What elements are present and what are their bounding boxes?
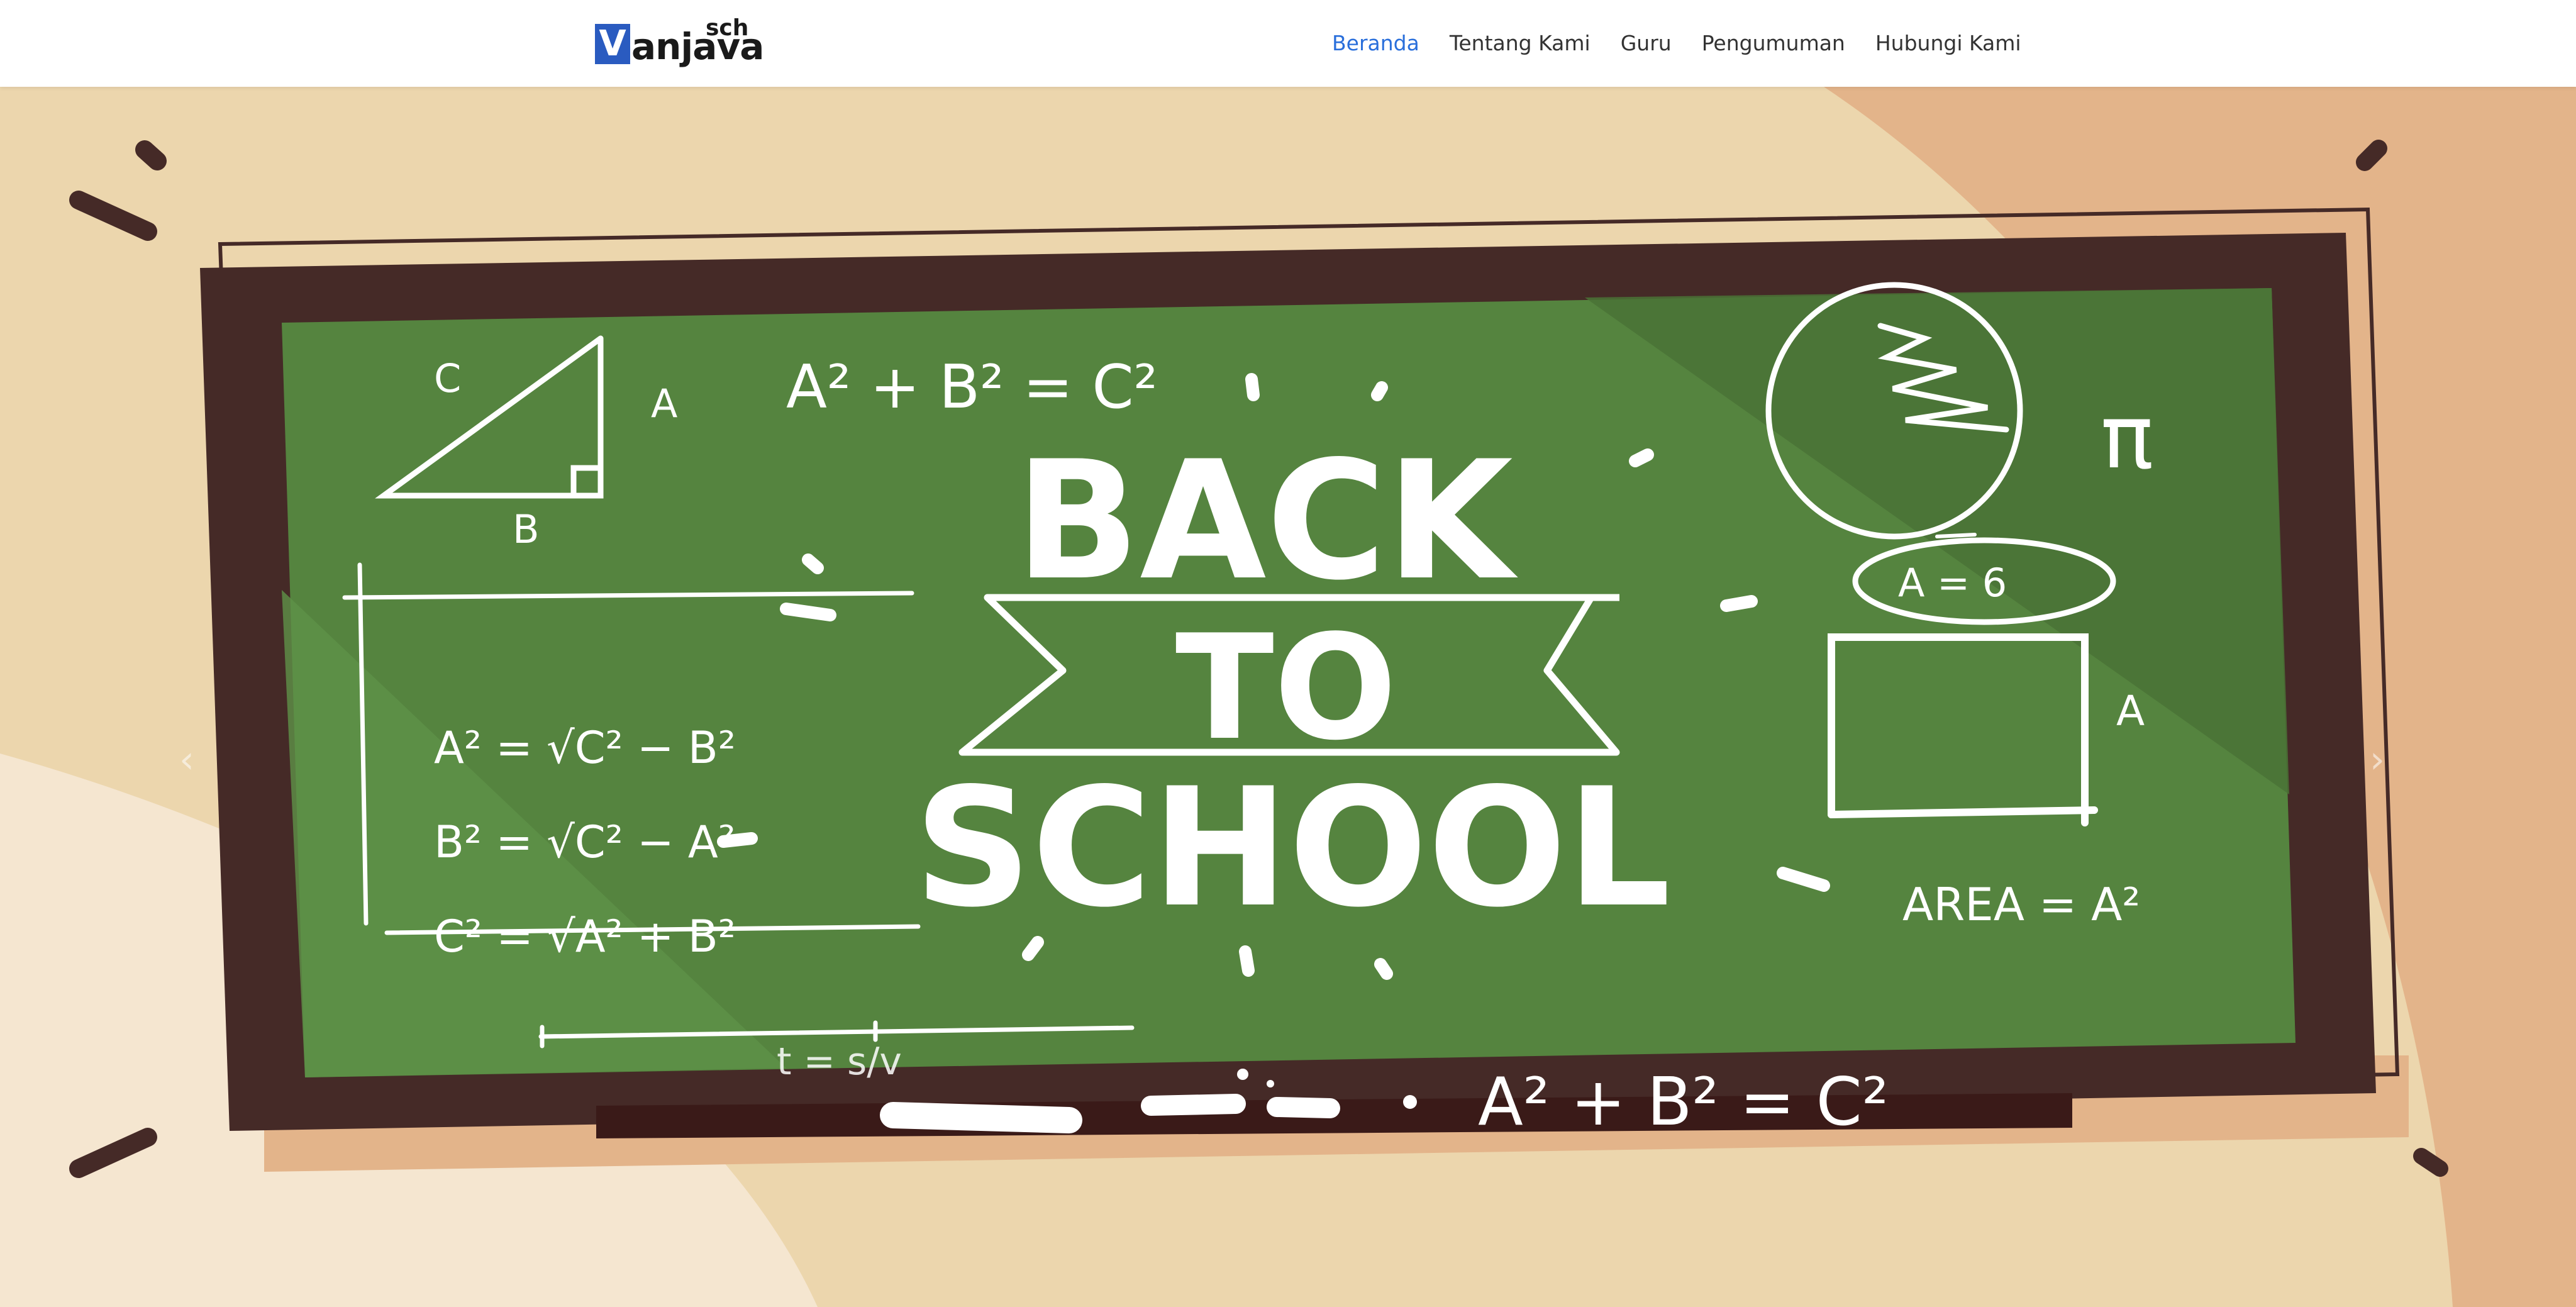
triangle-label-c: C [434,355,461,401]
square-label-a: A [2116,687,2145,735]
nav-item-guru[interactable]: Guru [1621,28,1672,59]
formula-a-sq: A² = √C² − B² [434,722,736,774]
site-header: V anjava sch Beranda Tentang Kami Guru P… [0,0,2576,87]
headline-to: TO [1175,604,1397,772]
formula-time: t = s/v [777,1040,902,1084]
site-logo[interactable]: V anjava sch [595,15,764,69]
hero-slider: BACK TO SCHOOL A² + B² = C² A² = √C² − B… [0,87,2576,1307]
formula-area-label: A = 6 [1898,560,2007,606]
formula-c-sq: C² = √A² + B² [434,911,736,962]
triangle-label-a: A [651,381,677,426]
formula-bottom: A² + B² = C² [1478,1064,1889,1140]
chevron-left-icon[interactable]: ‹ [179,741,194,779]
logo-letter: V [595,24,630,64]
formula-area: AREA = A² [1902,878,2140,931]
headline-school: SCHOOL [914,754,1670,943]
nav-item-hubungi-kami[interactable]: Hubungi Kami [1875,28,2021,59]
formula-pi: π [2101,386,2153,489]
chevron-right-icon[interactable]: › [2370,741,2385,779]
logo-superscript: sch [706,15,749,41]
formula-top: A² + B² = C² [786,353,1158,422]
nav-item-beranda[interactable]: Beranda [1332,28,1419,59]
headline-back: BACK [1015,426,1519,616]
nav-item-tentang-kami[interactable]: Tentang Kami [1450,28,1591,59]
hero-banner-image: BACK TO SCHOOL A² + B² = C² A² = √C² − B… [0,87,2576,1307]
formula-b-sq: B² = √C² − A² [434,816,736,868]
main-nav: Beranda Tentang Kami Guru Pengumuman Hub… [1332,28,2051,59]
triangle-label-b: B [513,506,540,552]
nav-item-pengumuman[interactable]: Pengumuman [1702,28,1845,59]
